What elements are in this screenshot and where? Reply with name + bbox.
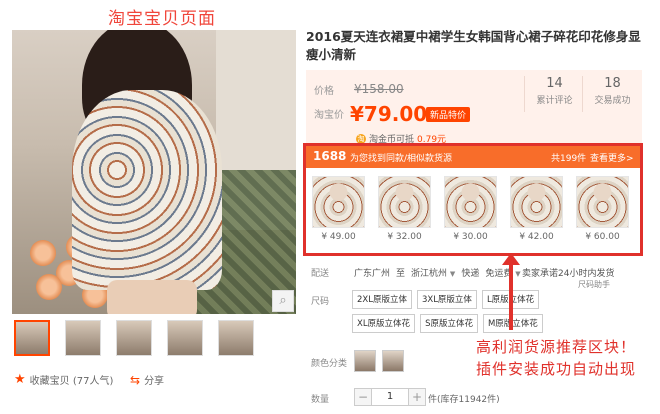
rec-text: 为您找到同款/相似款货源 <box>350 154 453 164</box>
ship-fee-select[interactable]: 免运费 ▼ <box>485 266 520 279</box>
stat-transactions: 18 交易成功 <box>582 76 642 112</box>
color-label: 颜色分类 <box>311 359 348 369</box>
rec-item-price: ¥ 30.00 <box>453 232 488 242</box>
thumbnail[interactable] <box>167 320 203 356</box>
size-label: 尺码 <box>311 297 330 307</box>
chevron-down-icon: ▼ <box>515 270 521 278</box>
rec-item-image[interactable] <box>444 176 497 228</box>
stat-number: 18 <box>604 76 621 91</box>
ship-from: 广东广州 <box>354 269 391 279</box>
annotation-title: 淘宝宝贝页面 <box>108 9 216 29</box>
ship-to-select[interactable]: 浙江杭州 ▼ <box>411 266 455 279</box>
rec-item[interactable]: ¥ 49.00 <box>312 176 365 242</box>
rec-item-price: ¥ 49.00 <box>321 232 356 242</box>
quantity-input[interactable]: 1 <box>372 388 408 406</box>
source-recommendation-box: 1688 为您找到同款/相似款货源 共199件 查看更多> ¥ 49.00 ¥ … <box>303 143 643 256</box>
rec-item-price: ¥ 32.00 <box>387 232 422 242</box>
stat-label: 累计评论 <box>536 96 573 106</box>
rec-item[interactable]: ¥ 30.00 <box>444 176 497 242</box>
rec-item-image[interactable] <box>576 176 629 228</box>
price-box: 价格 ¥158.00 淘宝价 ¥79.00 新品特价 14 累计评论 18 交易… <box>306 70 642 148</box>
thumbnail[interactable] <box>218 320 254 356</box>
decrement-button[interactable]: − <box>354 388 372 406</box>
color-swatch[interactable] <box>354 350 376 372</box>
stat-reviews[interactable]: 14 累计评论 <box>524 76 584 112</box>
star-icon: ★ <box>14 372 26 387</box>
annotation-line2: 插件安装成功自动出现 <box>476 360 637 378</box>
annotation-arrow <box>509 258 513 330</box>
product-title: 2016夏天连衣裙夏中裙学生女韩国背心裙子碎花印花修身显瘦小清新 <box>306 29 641 62</box>
rec-header: 1688 为您找到同款/相似款货源 共199件 查看更多> <box>306 146 640 168</box>
share-icon: ⇆ <box>130 372 141 387</box>
delivery-label: 配送 <box>311 269 330 279</box>
color-swatch[interactable] <box>382 350 404 372</box>
quantity-label: 数量 <box>311 395 330 405</box>
size-helper-link[interactable]: 尺码助手 <box>578 279 610 290</box>
promo-tag: 新品特价 <box>426 107 471 122</box>
original-price: ¥158.00 <box>354 82 404 96</box>
rec-item[interactable]: ¥ 32.00 <box>378 176 431 242</box>
sale-label: 淘宝价 <box>314 110 344 121</box>
rec-item-price: ¥ 42.00 <box>519 232 554 242</box>
ship-promise: 卖家承诺24小时内发货 <box>522 269 615 279</box>
favorite-button[interactable]: ★ 收藏宝贝 (77人气) <box>14 372 113 387</box>
rec-item-image[interactable] <box>312 176 365 228</box>
chevron-down-icon: ▼ <box>449 270 456 278</box>
color-options <box>354 350 404 372</box>
rec-more-link[interactable]: 查看更多> <box>590 151 634 164</box>
stat-label: 交易成功 <box>594 96 631 106</box>
rec-logo: 1688 <box>313 149 347 163</box>
thumbnail[interactable] <box>116 320 152 356</box>
rec-item-image[interactable] <box>378 176 431 228</box>
rec-item[interactable]: ¥ 60.00 <box>576 176 629 242</box>
thumbnail-list <box>14 320 254 356</box>
rec-count: 共199件 <box>551 154 587 164</box>
delivery-info: 广东广州 至 浙江杭州 ▼ 快递 免运费 ▼ <box>354 266 521 279</box>
thumbnail[interactable] <box>65 320 101 356</box>
zoom-icon[interactable]: ⌕ <box>272 290 294 312</box>
size-option[interactable]: XL原版立体花 <box>352 314 416 333</box>
ship-to-word: 至 <box>396 269 406 279</box>
stock-text: 件(库存11942件) <box>428 395 500 405</box>
thumbnail[interactable] <box>14 320 50 356</box>
favorite-label: 收藏宝贝 (77人气) <box>29 376 114 387</box>
page: 淘宝宝贝页面 ⌕ ★ 收藏宝贝 (77人气) ⇆ 分享 2016夏天连衣裙夏中裙… <box>0 0 660 414</box>
share-button[interactable]: ⇆ 分享 <box>130 372 165 388</box>
rec-item-image[interactable] <box>510 176 563 228</box>
size-option[interactable]: 3XL原版立体 <box>416 290 477 309</box>
annotation-line1: 高利润货源推荐区块！ <box>476 338 637 356</box>
price-label: 价格 <box>314 86 334 97</box>
sale-price: ¥79.00 <box>350 102 428 126</box>
main-product-image[interactable] <box>12 30 296 314</box>
ship-method: 快递 <box>461 269 480 279</box>
ship-to: 浙江杭州 <box>411 269 448 279</box>
rec-item-price: ¥ 60.00 <box>585 232 620 242</box>
rec-items: ¥ 49.00 ¥ 32.00 ¥ 30.00 ¥ 42.00 ¥ 60.00 <box>312 176 629 242</box>
size-options: 2XL原版立体 3XL原版立体 L原版立体花 XL原版立体花 S原版立体花 M原… <box>352 290 602 333</box>
rec-item[interactable]: ¥ 42.00 <box>510 176 563 242</box>
increment-button[interactable]: + <box>408 388 426 406</box>
share-label: 分享 <box>144 376 165 387</box>
size-option[interactable]: S原版立体花 <box>420 314 478 333</box>
size-option[interactable]: 2XL原版立体 <box>352 290 412 309</box>
coin-icon: 淘 <box>356 133 366 144</box>
stat-number: 14 <box>546 76 563 91</box>
quantity-stepper: − 1 + <box>354 388 426 406</box>
